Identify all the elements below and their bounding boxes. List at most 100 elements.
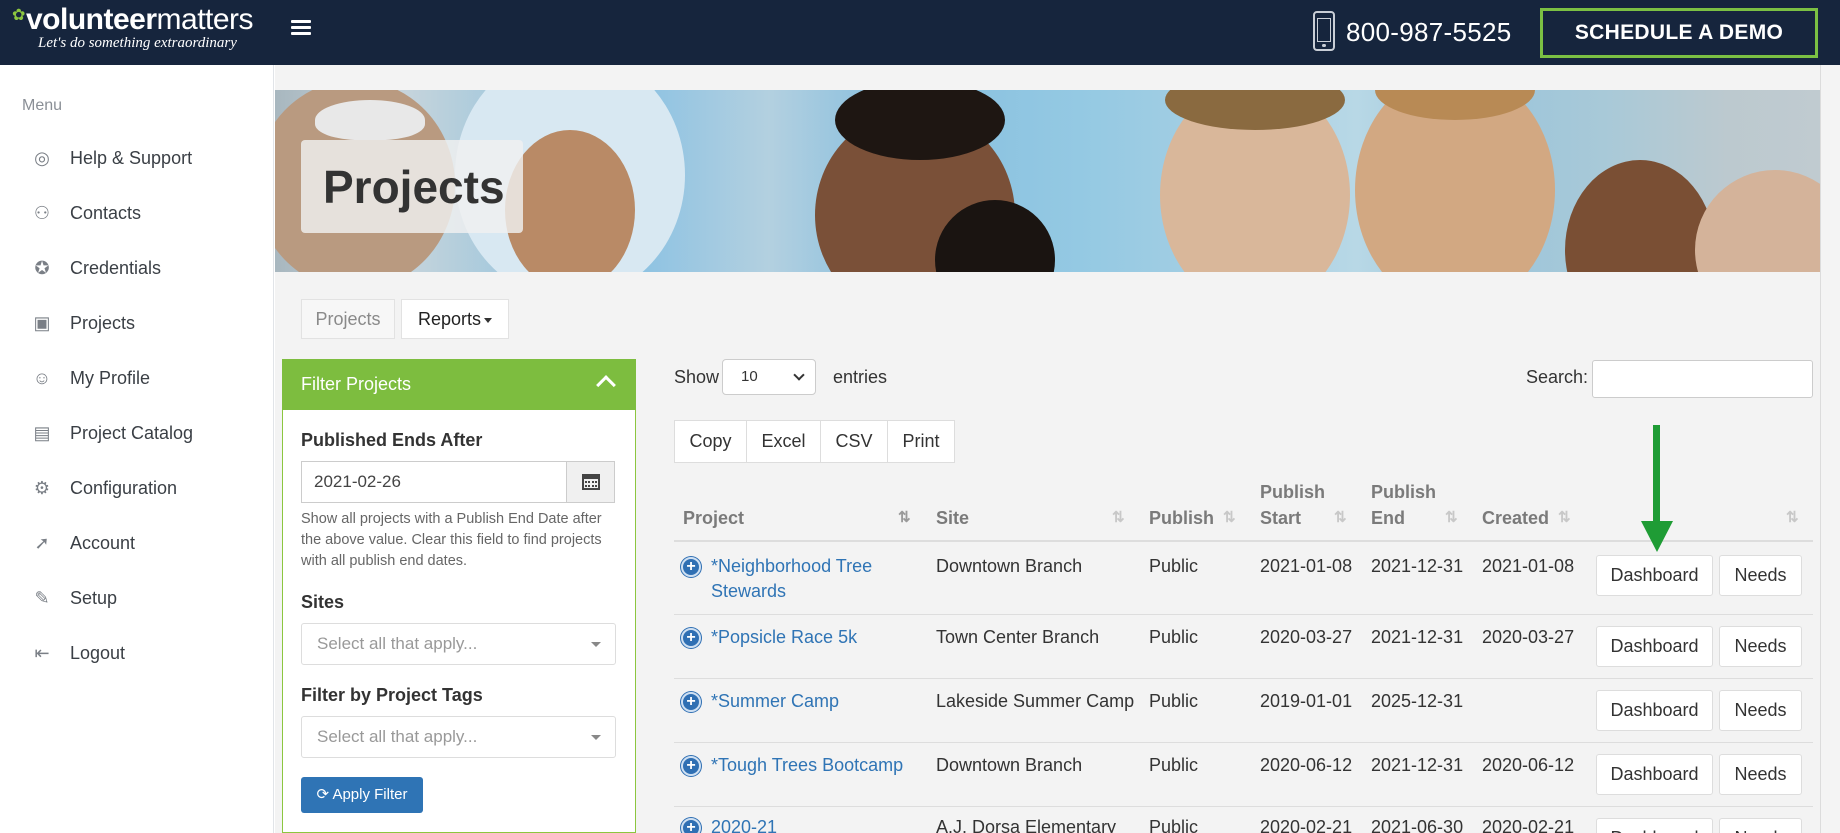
- expand-row-icon[interactable]: +: [681, 818, 701, 833]
- sites-select[interactable]: Select all that apply...: [301, 623, 616, 665]
- project-tags-select[interactable]: Select all that apply...: [301, 716, 616, 758]
- apply-filter-button[interactable]: ⟳ Apply Filter: [301, 777, 423, 813]
- page-title: Projects: [323, 161, 505, 213]
- menu-title: Menu: [22, 97, 63, 114]
- needs-button[interactable]: Needs: [1719, 754, 1802, 795]
- site-cell: Town Center Branch: [936, 627, 1100, 647]
- apply-filter-label: Apply Filter: [332, 786, 408, 803]
- publish-start-cell: 2021-01-08: [1260, 556, 1353, 576]
- hamburger-menu-icon[interactable]: [291, 20, 311, 38]
- created-cell: 2020-06-12: [1482, 755, 1575, 775]
- sort-icon[interactable]: ⇅: [1786, 508, 1802, 526]
- created-cell: 2020-03-27: [1482, 627, 1575, 647]
- published-ends-input[interactable]: 2021-02-26: [301, 461, 566, 503]
- tab-projects[interactable]: Projects: [301, 299, 395, 339]
- sites-label: Sites: [301, 592, 345, 612]
- sort-icon[interactable]: ⇅: [1223, 508, 1239, 526]
- logo[interactable]: ✿ volunteermatters Let's do something ex…: [12, 3, 254, 52]
- csv-button[interactable]: CSV: [820, 420, 888, 463]
- tags-placeholder: Select all that apply...: [317, 727, 478, 746]
- logout-icon: ⇤: [34, 642, 50, 663]
- project-link[interactable]: *Popsicle Race 5k: [711, 625, 857, 650]
- sidebar-item-label: Help & Support: [70, 147, 193, 168]
- calendar-button[interactable]: [566, 461, 615, 503]
- header-publish-end-2[interactable]: End: [1371, 505, 1405, 531]
- publish-cell: Public: [1149, 755, 1199, 775]
- project-link[interactable]: *Neighborhood Tree: [711, 554, 872, 579]
- search-input[interactable]: [1592, 360, 1813, 398]
- sidebar-item-project-catalog[interactable]: ▤ Project Catalog: [30, 415, 193, 451]
- needs-button[interactable]: Needs: [1719, 555, 1802, 596]
- phone-icon: [1313, 11, 1335, 51]
- expand-row-icon[interactable]: +: [681, 628, 701, 648]
- publish-start-cell: 2020-02-21: [1260, 817, 1353, 833]
- header-project[interactable]: Project: [683, 505, 744, 531]
- header-publish[interactable]: Publish: [1149, 505, 1214, 531]
- dashboard-button[interactable]: Dashboard: [1596, 818, 1713, 833]
- tab-reports[interactable]: Reports: [401, 299, 509, 339]
- publish-end-cell: 2021-06-30: [1371, 817, 1464, 833]
- leaf-icon: ✿: [12, 7, 26, 24]
- sidebar-item-configuration[interactable]: ⚙ Configuration: [30, 470, 177, 506]
- refresh-icon: ⟳: [316, 786, 333, 803]
- projects-icon: ▣: [33, 312, 51, 333]
- publish-end-cell: 2025-12-31: [1371, 691, 1464, 711]
- phone-number[interactable]: 800-987-5525: [1346, 17, 1512, 48]
- sidebar-item-my-profile[interactable]: ☺ My Profile: [30, 360, 150, 396]
- header-created[interactable]: Created: [1482, 505, 1549, 531]
- sort-icon[interactable]: ⇅: [1112, 508, 1128, 526]
- dashboard-button[interactable]: Dashboard: [1596, 626, 1713, 667]
- rocket-icon: ➚: [34, 532, 50, 553]
- caret-down-icon: [484, 317, 493, 323]
- excel-button[interactable]: Excel: [746, 420, 821, 463]
- publish-cell: Public: [1149, 556, 1199, 576]
- header-publish-end-1[interactable]: Publish: [1371, 479, 1436, 505]
- header-publish-start-2[interactable]: Start: [1260, 505, 1301, 531]
- dashboard-button[interactable]: Dashboard: [1596, 754, 1713, 795]
- logo-text-light: matters: [156, 3, 254, 36]
- sidebar-item-logout[interactable]: ⇤ Logout: [30, 635, 125, 671]
- needs-button[interactable]: Needs: [1719, 818, 1802, 833]
- sort-icon[interactable]: ⇅: [1445, 508, 1461, 526]
- needs-button[interactable]: Needs: [1719, 626, 1802, 667]
- project-link[interactable]: Stewards: [711, 579, 786, 604]
- page-size-select[interactable]: 10: [722, 359, 816, 395]
- project-link[interactable]: *Tough Trees Bootcamp: [711, 753, 903, 778]
- sort-icon[interactable]: ⇅: [1334, 508, 1350, 526]
- sidebar-item-label: My Profile: [70, 367, 151, 388]
- sort-asc-icon[interactable]: ⇅: [898, 508, 914, 526]
- catalog-icon: ▤: [33, 422, 51, 443]
- header-publish-start-1[interactable]: Publish: [1260, 479, 1325, 505]
- header-site[interactable]: Site: [936, 505, 969, 531]
- logo-text-bold: volunteer: [26, 3, 157, 36]
- project-link[interactable]: 2020-21: [711, 815, 777, 833]
- print-button[interactable]: Print: [887, 420, 955, 463]
- sort-icon[interactable]: ⇅: [1558, 508, 1574, 526]
- logo-tagline: Let's do something extraordinary: [38, 35, 237, 51]
- schedule-demo-button[interactable]: SCHEDULE A DEMO: [1540, 8, 1818, 58]
- publish-end-cell: 2021-12-31: [1371, 755, 1464, 775]
- expand-row-icon[interactable]: +: [681, 692, 701, 712]
- row-divider: [674, 614, 1813, 615]
- copy-button[interactable]: Copy: [674, 420, 747, 463]
- annotation-arrow-head: [1641, 521, 1673, 552]
- needs-button[interactable]: Needs: [1719, 690, 1802, 731]
- dashboard-button[interactable]: Dashboard: [1596, 690, 1713, 731]
- sidebar-item-label: Credentials: [70, 257, 162, 278]
- dashboard-button[interactable]: Dashboard: [1596, 555, 1713, 596]
- publish-end-cell: 2021-12-31: [1371, 556, 1464, 576]
- expand-row-icon[interactable]: +: [681, 557, 701, 577]
- sidebar-item-account[interactable]: ➚ Account: [30, 525, 135, 561]
- project-link[interactable]: *Summer Camp: [711, 689, 839, 714]
- expand-row-icon[interactable]: +: [681, 756, 701, 776]
- sidebar-item-credentials[interactable]: ✪ Credentials: [30, 250, 161, 286]
- sidebar-item-contacts[interactable]: ⚇ Contacts: [30, 195, 141, 231]
- entries-label: entries: [833, 367, 888, 387]
- sidebar-item-setup[interactable]: ✎ Setup: [30, 580, 117, 616]
- filter-panel-header[interactable]: Filter Projects: [282, 359, 636, 410]
- sidebar-item-projects[interactable]: ▣ Projects: [30, 305, 135, 341]
- sidebar-item-label: Configuration: [70, 477, 178, 498]
- scrollbar[interactable]: [1820, 65, 1840, 833]
- publish-cell: Public: [1149, 627, 1199, 647]
- sidebar-item-help-support[interactable]: ◎ Help & Support: [30, 140, 192, 176]
